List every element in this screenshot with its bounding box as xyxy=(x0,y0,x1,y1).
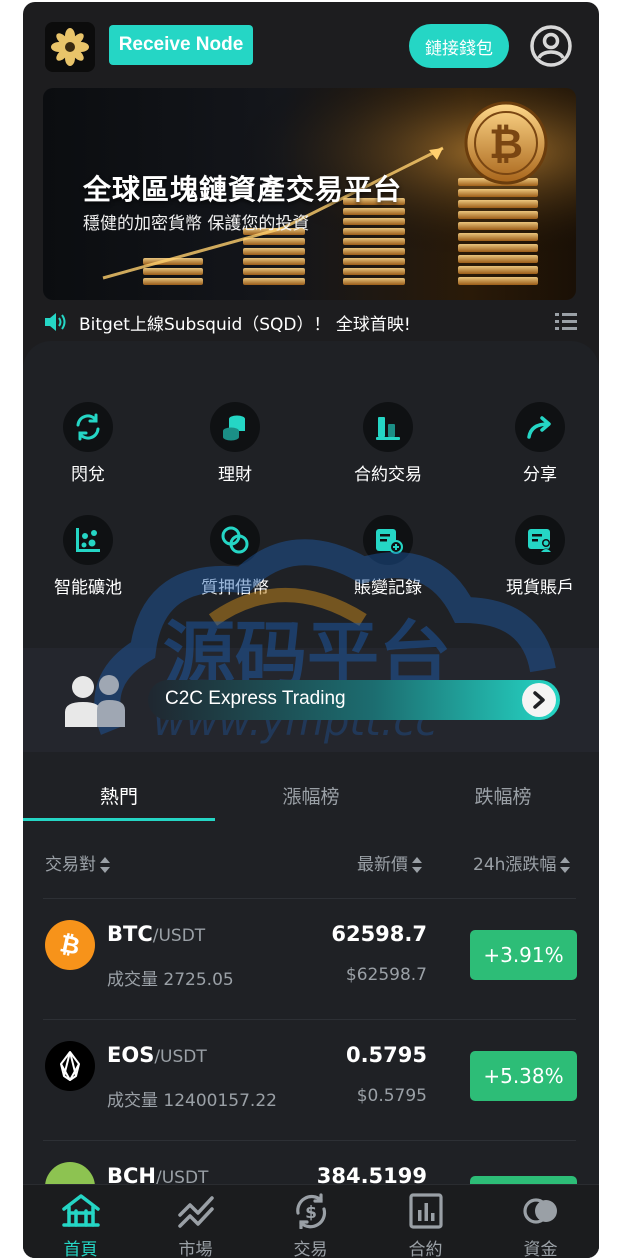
nav-funds[interactable]: 資金 xyxy=(483,1185,598,1258)
mining-pool-icon xyxy=(63,515,113,565)
feature-finance[interactable]: 理財 xyxy=(170,402,300,502)
column-header-price[interactable]: 最新價 xyxy=(357,850,422,875)
eos-icon xyxy=(45,1041,95,1091)
bitcoin-icon: ₿ xyxy=(45,920,95,970)
feature-mining-pool[interactable]: 智能礦池 xyxy=(23,515,153,615)
volume: 成交量 2725.05 xyxy=(107,970,234,990)
tab-hot[interactable]: 熱門 xyxy=(23,782,215,809)
pair-symbol: BTC/USDT xyxy=(107,922,205,946)
feature-label: 賬變記錄 xyxy=(354,578,422,598)
svg-text:₿: ₿ xyxy=(58,930,83,960)
connect-wallet-button[interactable]: 鏈接錢包 xyxy=(409,24,509,68)
bottom-navigation: 首頁 市場 $ 交易 合約 資金 xyxy=(23,1184,599,1258)
chevron-right-icon xyxy=(522,683,556,717)
change-badge: +3.91% xyxy=(470,930,577,980)
pair-quote: /USDT xyxy=(154,1047,207,1067)
c2c-users-icon xyxy=(65,675,125,727)
banner-title: 全球區塊鏈資產交易平台 xyxy=(83,173,403,206)
feature-label: 現貨賬戶 xyxy=(506,578,574,598)
sort-icon xyxy=(412,857,422,873)
column-header-price-label: 最新價 xyxy=(357,855,408,875)
nav-contract[interactable]: 合約 xyxy=(368,1185,483,1258)
share-icon xyxy=(515,402,565,452)
nav-label: 交易 xyxy=(293,1240,328,1258)
volume: 成交量 12400157.22 xyxy=(107,1091,277,1111)
announcement-bar[interactable]: Bitget上線Subsquid（SQD）！ 全球首映! xyxy=(23,302,599,342)
nav-label: 市場 xyxy=(178,1240,213,1258)
app-frame: Receive Node 鏈接錢包 ₿ 全球區塊鏈資產交易平台 穩健的加密貨幣 … xyxy=(23,2,599,1258)
pair-base: EOS xyxy=(107,1043,155,1067)
market-row-eos[interactable]: EOS/USDT 成交量 12400157.22 0.5795 $0.5795 … xyxy=(23,1019,599,1139)
trade-dollar-icon: $ xyxy=(296,1193,327,1229)
flower-logo-icon xyxy=(51,28,89,66)
hero-banner[interactable]: ₿ 全球區塊鏈資產交易平台 穩健的加密貨幣 保護您的投資 xyxy=(43,88,576,300)
pair-base: BTC xyxy=(107,922,153,946)
nav-home[interactable]: 首頁 xyxy=(23,1185,138,1258)
user-profile-icon[interactable] xyxy=(529,24,573,68)
home-icon xyxy=(62,1194,100,1227)
header: Receive Node 鏈接錢包 xyxy=(23,2,599,88)
contract-icon xyxy=(409,1193,443,1229)
active-tab-indicator xyxy=(23,818,215,821)
funds-icon xyxy=(523,1198,557,1224)
price-usd: $0.5795 xyxy=(356,1086,427,1106)
svg-text:$: $ xyxy=(305,1203,317,1223)
feature-account-records[interactable]: 賬變記錄 xyxy=(323,515,453,615)
feature-spot-account[interactable]: 現貨賬戶 xyxy=(475,515,599,615)
svg-text:₿: ₿ xyxy=(489,119,523,168)
records-icon xyxy=(363,515,413,565)
swap-icon xyxy=(63,402,113,452)
nav-market[interactable]: 市場 xyxy=(138,1185,253,1258)
nav-trade[interactable]: $ 交易 xyxy=(253,1185,368,1258)
last-price: 62598.7 xyxy=(331,922,427,946)
announcement-text: Bitget上線Subsquid（SQD）！ 全球首映! xyxy=(79,315,411,335)
feature-pledge-borrow[interactable]: 質押借幣 xyxy=(170,515,300,615)
market-trend-icon xyxy=(178,1196,214,1228)
sort-icon xyxy=(560,857,571,873)
receive-node-button[interactable]: Receive Node xyxy=(109,25,253,65)
feature-label: 合約交易 xyxy=(354,465,422,485)
nav-label: 首頁 xyxy=(63,1240,98,1258)
column-header-pair-label: 交易對 xyxy=(45,855,96,875)
price-usd: $62598.7 xyxy=(345,965,427,985)
column-header-change-label: 24h漲跌幅 xyxy=(473,855,557,875)
last-price: 0.5795 xyxy=(345,1043,427,1067)
spot-account-icon xyxy=(515,515,565,565)
brand-logo[interactable] xyxy=(45,22,95,72)
feature-label: 理財 xyxy=(218,465,252,485)
feature-label: 質押借幣 xyxy=(201,578,269,598)
feature-label: 分享 xyxy=(523,465,557,485)
sort-icon xyxy=(100,857,110,873)
coins-icon xyxy=(210,402,260,452)
feature-label: 閃兌 xyxy=(71,465,105,485)
column-header-pair[interactable]: 交易對 xyxy=(45,850,110,875)
tab-gainers[interactable]: 漲幅榜 xyxy=(215,782,407,809)
contract-chart-icon xyxy=(363,402,413,452)
pair-quote: /USDT xyxy=(152,926,206,946)
c2c-label: C2C Express Trading xyxy=(165,688,346,709)
nav-label: 資金 xyxy=(523,1240,558,1258)
pair-symbol: EOS/USDT xyxy=(107,1043,207,1067)
feature-share[interactable]: 分享 xyxy=(475,402,599,502)
speaker-icon xyxy=(45,313,66,331)
column-header-change[interactable]: 24h漲跌幅 xyxy=(473,850,571,875)
feature-swap[interactable]: 閃兌 xyxy=(23,402,153,502)
list-menu-icon[interactable] xyxy=(555,312,577,332)
feature-label: 智能礦池 xyxy=(54,578,122,598)
pledge-icon xyxy=(210,515,260,565)
change-badge: +5.38% xyxy=(470,1051,577,1101)
market-row-btc[interactable]: ₿ BTC/USDT 成交量 2725.05 62598.7 $62598.7 … xyxy=(23,898,599,1018)
c2c-express-trading-button[interactable]: C2C Express Trading xyxy=(148,680,560,720)
banner-subtitle: 穩健的加密貨幣 保護您的投資 xyxy=(83,214,310,234)
tab-losers[interactable]: 跌幅榜 xyxy=(407,782,599,809)
nav-label: 合約 xyxy=(408,1240,443,1258)
feature-contract-trading[interactable]: 合約交易 xyxy=(323,402,453,502)
